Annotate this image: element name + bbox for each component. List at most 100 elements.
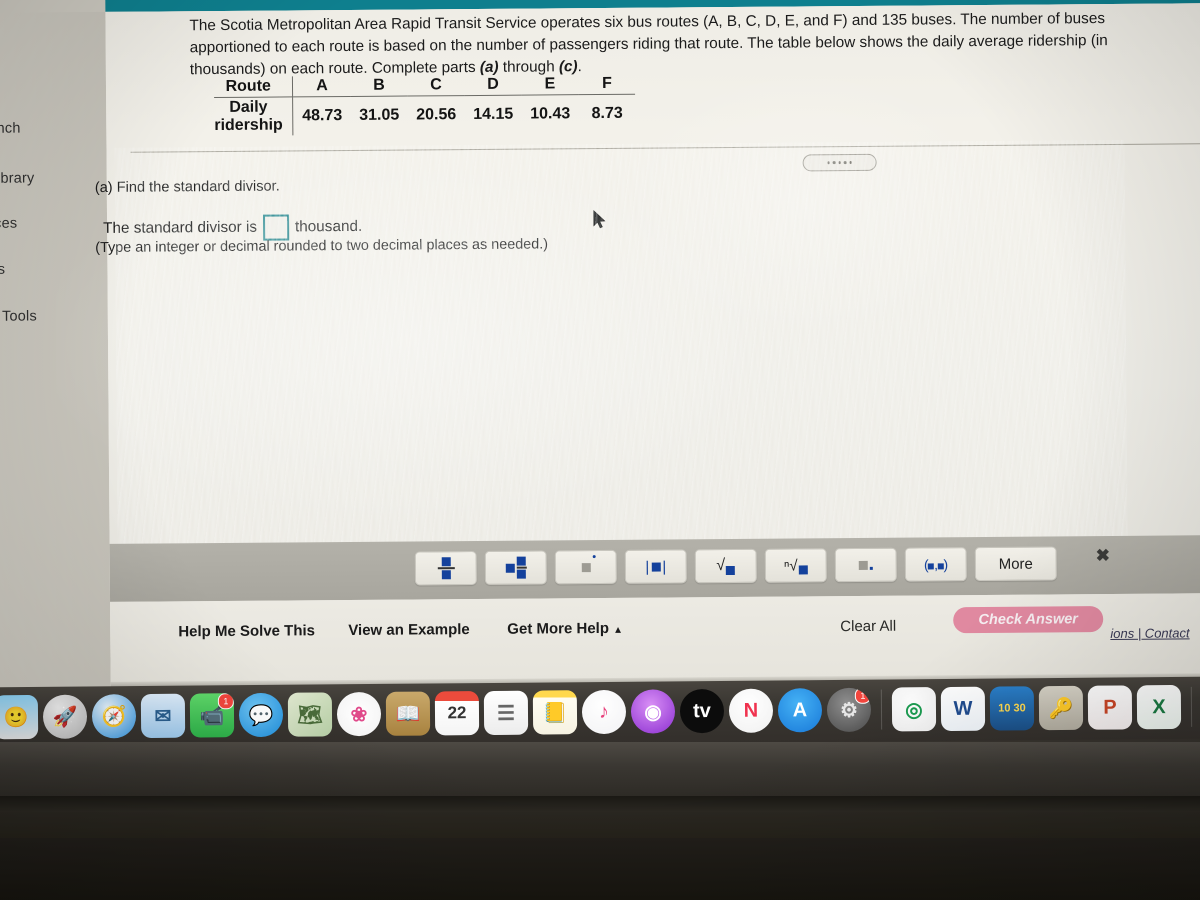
nth-root-button[interactable]: ⁿ√ <box>764 548 827 583</box>
expand-collapse-handle[interactable] <box>802 153 877 172</box>
standard-divisor-input[interactable] <box>262 214 290 241</box>
route-header-a: A <box>292 75 351 97</box>
square-root-button[interactable]: √ <box>694 548 757 584</box>
notes-icon: 📒 <box>542 701 568 725</box>
dock-item-powerpoint[interactable]: P <box>1087 685 1133 730</box>
sidebar-item-options[interactable]: ns <box>0 262 5 278</box>
safari-icon: 🧭 <box>101 705 127 728</box>
dock-item-reminders[interactable]: ☰ <box>483 690 529 736</box>
dock-separator <box>1190 686 1193 727</box>
dock-item-finder[interactable]: 🙂 <box>0 694 39 740</box>
sidebar-item-tools[interactable]: n Tools <box>0 308 37 324</box>
contacts-icon: 📖 <box>395 703 421 726</box>
decimal-button[interactable] <box>834 547 897 583</box>
site-left-navigation: unch Library rces ns n Tools <box>0 11 111 689</box>
dock-item-safari[interactable]: 🧭 <box>91 694 137 739</box>
finder-icon: 🙂 <box>3 706 29 729</box>
launchpad-icon: 🚀 <box>52 706 78 729</box>
interval-notation-button[interactable]: (,) <box>904 547 967 582</box>
excel-icon: X <box>1152 695 1166 718</box>
keyboard-deck: ☀F1☀F2◫F3⣿F4⠒F5⠿F6◁◁F7▷❙❙F8▷▷F9◁F10◁)F11 <box>0 838 1200 900</box>
dock-item-music[interactable]: ♪ <box>581 689 627 735</box>
photos-icon: ❀ <box>350 703 368 726</box>
ridership-table: Route A B C D E F Daily ridership 48.73 <box>213 73 636 136</box>
handle-dot <box>827 161 830 164</box>
view-an-example-link[interactable]: View an Example <box>348 621 470 639</box>
dock-item-system-preferences[interactable]: ⚙ 1 <box>826 687 872 733</box>
exponent-button[interactable] <box>554 549 617 585</box>
dock-items: 🙂🚀🧭✉📹1💬🗺❀📖22☰📒♪◉tvNA⚙1◎W10 30🔑PX▤▧ <box>0 683 1200 742</box>
clear-all-button[interactable]: Clear All <box>840 618 896 635</box>
dock-item-chrome[interactable]: ◎ <box>891 687 937 732</box>
row-label-line-1: Daily <box>229 98 268 116</box>
row-label-line-2: ridership <box>214 116 283 134</box>
dock-item-facetime[interactable]: 📹 1 <box>189 693 235 738</box>
check-answer-button[interactable]: Check Answer <box>953 606 1104 634</box>
get-more-help-label: Get More Help <box>507 619 610 638</box>
dock-item-podcasts[interactable]: ◉ <box>630 689 676 734</box>
music-icon: ♪ <box>598 700 610 723</box>
reminders-icon: ☰ <box>496 702 516 725</box>
help-me-solve-this-link[interactable]: Help Me Solve This <box>178 622 315 640</box>
dock-item-launchpad[interactable]: 🚀 <box>42 694 88 739</box>
fraction-button[interactable] <box>414 550 477 586</box>
dock-item-maps[interactable]: 🗺 <box>287 692 333 737</box>
dock-item-contacts[interactable]: 📖 <box>385 691 431 736</box>
table-row-values: Daily ridership 48.73 31.05 20.56 14.15 … <box>214 94 636 136</box>
macos-dock: 🙂🚀🧭✉📹1💬🗺❀📖22☰📒♪◉tvNA⚙1◎W10 30🔑PX▤▧ <box>0 676 1200 750</box>
math-palette-buttons: | | √ ⁿ√ (,) More <box>414 546 1057 586</box>
ridership-f: 8.73 <box>591 104 623 122</box>
problem-statement: The Scotia Metropolitan Area Rapid Trans… <box>189 8 1149 82</box>
dock-item-clock-widget[interactable]: 10 30 <box>989 686 1035 731</box>
sidebar-item-library[interactable]: Library <box>0 170 35 186</box>
answer-suffix-text: thousand. <box>294 217 363 236</box>
route-header-b: B <box>350 75 408 97</box>
news-icon: N <box>743 699 759 722</box>
dock-item-keychain-access[interactable]: 🔑 <box>1038 685 1084 731</box>
table-row-label-route: Route <box>213 76 294 98</box>
messages-icon: 💬 <box>248 704 274 727</box>
fraction-icon <box>437 557 455 580</box>
dock-item-photos[interactable]: ❀ <box>336 691 382 737</box>
close-icon[interactable]: ✖ <box>1096 546 1110 566</box>
dock-item-microsoft-word[interactable]: W <box>940 686 986 732</box>
route-header-c: C <box>407 75 465 97</box>
dock-item-apple-tv[interactable]: tv <box>679 688 725 734</box>
more-button[interactable]: More <box>974 546 1057 582</box>
powerpoint-icon: P <box>1103 696 1117 719</box>
get-more-help-link[interactable]: Get More Help ▲ <box>507 620 623 638</box>
dock-item-excel[interactable]: X <box>1136 684 1182 730</box>
part-c-ref: (c) <box>558 58 578 76</box>
part-a-ref: (a) <box>479 59 499 77</box>
square-root-icon: √ <box>716 557 736 576</box>
photo-of-laptop-screen: unch Library rces ns n Tools The Scotia … <box>0 0 1200 900</box>
absolute-value-button[interactable]: | | <box>624 549 687 584</box>
dock-item-mail[interactable]: ✉ <box>140 693 186 739</box>
dock-item-app-store[interactable]: A <box>777 688 823 733</box>
chevron-up-icon: ▲ <box>613 624 624 636</box>
dock-item-calendar[interactable]: 22 <box>434 691 480 736</box>
sidebar-item-resources[interactable]: rces <box>0 216 17 232</box>
dock-badge: 1 <box>854 687 871 704</box>
ridership-a: 48.73 <box>302 106 343 125</box>
sidebar-item-launch[interactable]: unch <box>0 121 21 137</box>
part-a-prompt: (a) Find the standard divisor. <box>94 178 280 196</box>
mixed-number-button[interactable] <box>484 550 547 585</box>
handle-dot <box>832 161 836 164</box>
keychain-access-icon: 🔑 <box>1048 697 1074 720</box>
maps-icon: 🗺 <box>297 703 323 727</box>
app-store-icon: A <box>792 698 808 721</box>
dock-badge: 1 <box>217 693 234 710</box>
calendar-icon: 22 <box>447 703 467 723</box>
clock-widget-icon: 10 30 <box>998 702 1026 715</box>
dock-item-messages[interactable]: 💬 <box>238 692 284 738</box>
microsoft-word-icon: W <box>953 697 973 720</box>
handle-dot <box>849 161 852 164</box>
dock-item-notes[interactable]: 📒 <box>532 690 578 735</box>
nth-root-icon: ⁿ√ <box>784 557 808 574</box>
route-header-f: F <box>578 73 636 95</box>
dock-item-news[interactable]: N <box>728 688 774 733</box>
interval-notation-icon: (,) <box>923 556 948 573</box>
problem-container: The Scotia Metropolitan Area Rapid Trans… <box>95 8 1200 256</box>
site-footer-links[interactable]: ions | Contact <box>1110 625 1189 641</box>
